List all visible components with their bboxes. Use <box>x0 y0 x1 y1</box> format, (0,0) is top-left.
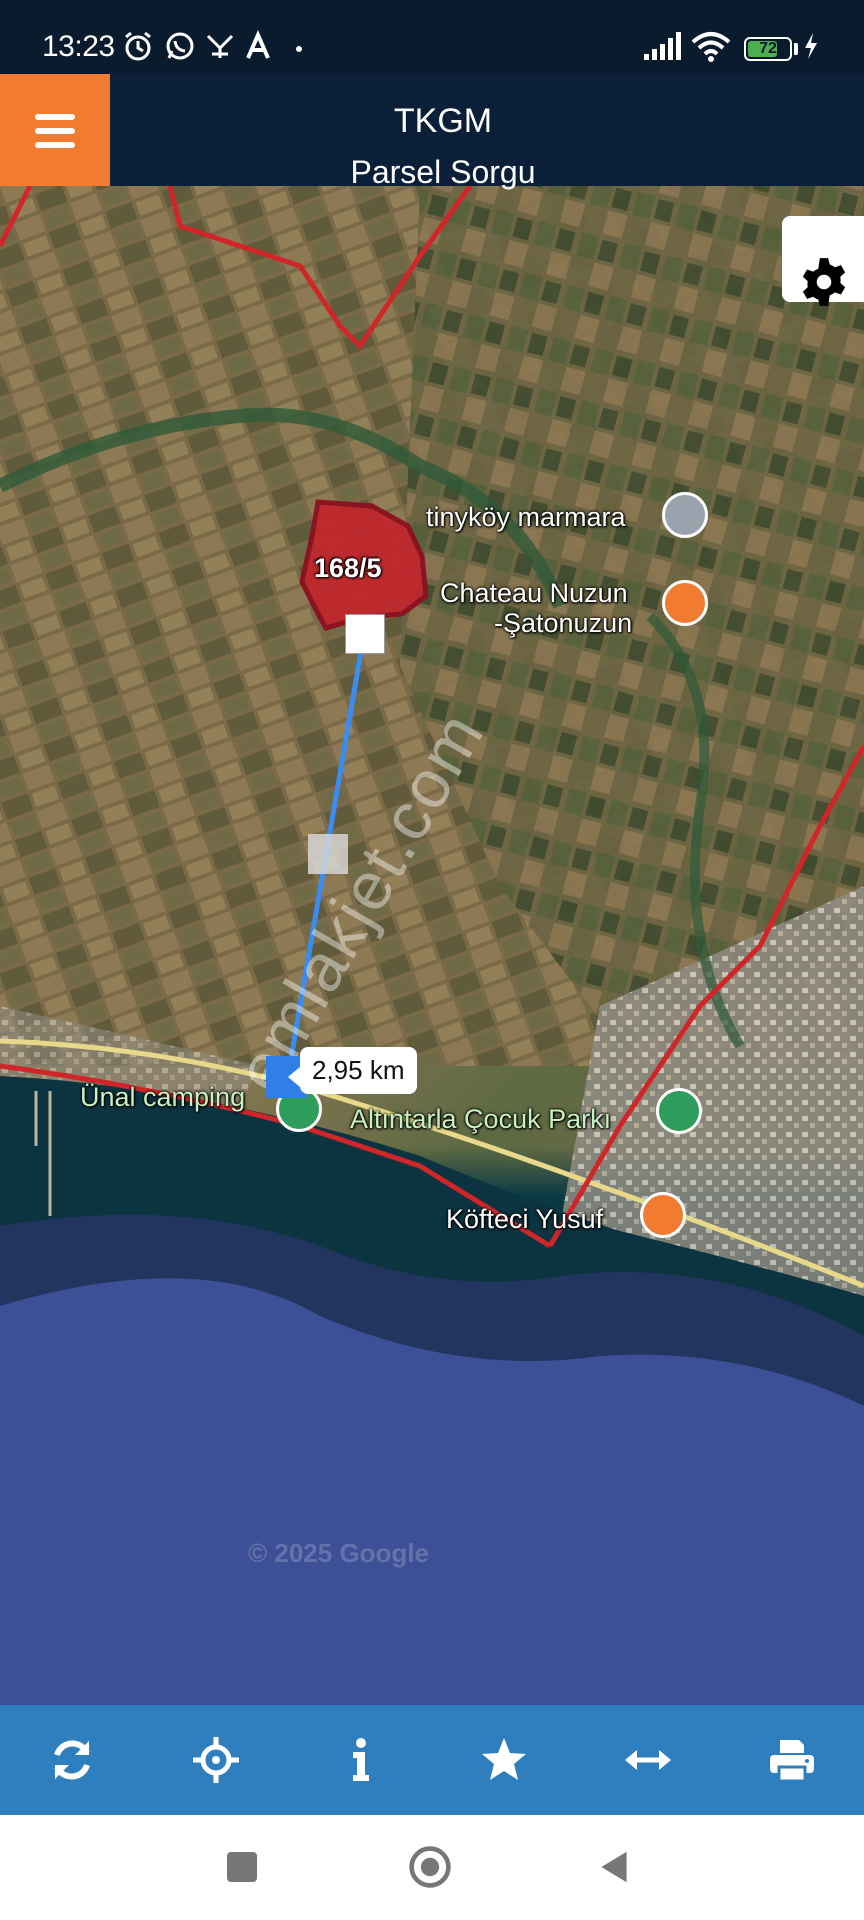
app-header: TKGM Parsel Sorgu <box>0 74 864 190</box>
place-pin-icon[interactable] <box>662 492 708 538</box>
poi-label[interactable]: Altıntarla Çocuk Parkı <box>350 1104 611 1135</box>
info-button[interactable] <box>288 1705 432 1815</box>
bottom-toolbar <box>0 1705 864 1815</box>
recents-button[interactable] <box>212 1837 272 1897</box>
refresh-button[interactable] <box>0 1705 144 1815</box>
poi-label[interactable]: tinyköy marmara <box>426 502 626 533</box>
app-subtitle: Parsel Sorgu <box>350 154 536 190</box>
gear-icon <box>802 258 846 306</box>
network-icon <box>206 34 234 58</box>
hamburger-icon <box>35 114 75 120</box>
favorite-button[interactable] <box>432 1705 576 1815</box>
measure-icon <box>625 1750 671 1770</box>
tree-icon[interactable] <box>656 1088 702 1134</box>
poi-label[interactable]: Ünal camping <box>80 1082 245 1113</box>
app-title: TKGM <box>393 102 493 140</box>
favorite-star-icon <box>482 1738 526 1780</box>
alarm-icon <box>125 31 151 61</box>
dot-icon <box>296 46 302 52</box>
charging-icon <box>805 33 817 59</box>
system-nav-bar <box>0 1815 864 1920</box>
poi-label[interactable]: -Şatonuzun <box>494 608 632 639</box>
app-a-icon <box>246 30 270 59</box>
measure-mid-handle[interactable] <box>308 834 348 874</box>
print-button[interactable] <box>720 1705 864 1815</box>
refresh-icon <box>54 1740 90 1780</box>
home-button[interactable] <box>400 1837 460 1897</box>
back-triangle-icon <box>601 1851 627 1883</box>
locate-button[interactable] <box>144 1705 288 1815</box>
poi-label[interactable]: Chateau Nuzun <box>440 578 628 609</box>
distance-tooltip: 2,95 km <box>288 1047 417 1094</box>
measure-start-handle[interactable] <box>345 614 385 654</box>
signal-icon <box>644 32 681 60</box>
satellite-map[interactable]: emlakjet.com tinyköy marmara Chateau Nuz… <box>0 186 864 1705</box>
battery-level: 72 <box>759 40 777 57</box>
parcel-label[interactable]: 168/5 <box>314 553 382 584</box>
restaurant-icon[interactable] <box>640 1192 686 1238</box>
poi-label[interactable]: Köfteci Yusuf <box>446 1204 603 1235</box>
map-copyright: © 2025 Google <box>248 1538 429 1568</box>
battery-icon: 72 <box>744 37 792 61</box>
measure-button[interactable] <box>576 1705 720 1815</box>
map-overlay <box>0 186 864 1705</box>
wifi-icon <box>691 32 731 62</box>
back-button[interactable] <box>584 1837 644 1897</box>
status-time: 13:23 <box>42 30 115 63</box>
locate-icon <box>193 1737 239 1783</box>
whatsapp-icon <box>166 32 194 60</box>
settings-button[interactable] <box>782 216 864 306</box>
wine-glass-icon[interactable] <box>662 580 708 626</box>
home-circle-icon <box>409 1846 451 1888</box>
square-icon <box>227 1852 257 1882</box>
menu-button[interactable] <box>0 74 110 186</box>
status-bar: 13:23 72 <box>0 0 864 74</box>
info-icon <box>353 1738 369 1781</box>
battery-tip <box>794 43 798 55</box>
print-icon <box>770 1740 814 1783</box>
